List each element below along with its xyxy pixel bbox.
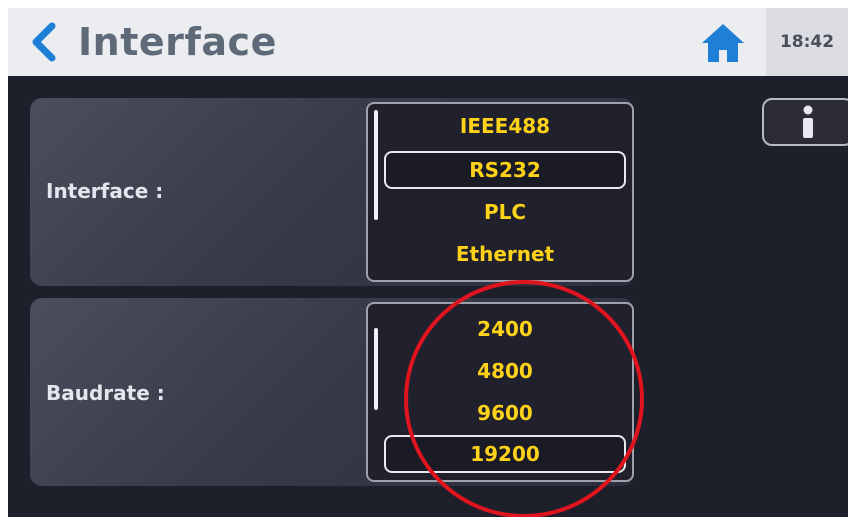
baudrate-selector[interactable]: 2400 4800 9600 19200 (366, 302, 634, 482)
interface-option-plc[interactable]: PLC (384, 193, 626, 231)
interface-label: Interface : (46, 179, 164, 203)
interface-option-ieee488[interactable]: IEEE488 (384, 107, 626, 145)
page-title: Interface (78, 20, 277, 64)
info-button[interactable] (762, 98, 848, 146)
device-screen: Interface 18:42 Interface : IEEE488 RS23… (8, 8, 848, 517)
header-bar: Interface 18:42 (8, 8, 848, 76)
clock-area: 18:42 (766, 8, 848, 76)
baudrate-option-4800[interactable]: 4800 (384, 352, 626, 390)
chevron-left-icon (32, 22, 56, 62)
interface-panel: Interface : IEEE488 RS232 PLC Ethernet (30, 98, 634, 286)
baudrate-scrollbar[interactable] (374, 328, 378, 410)
baudrate-option-19200[interactable]: 19200 (384, 435, 626, 473)
back-button[interactable] (22, 18, 64, 66)
interface-selector[interactable]: IEEE488 RS232 PLC Ethernet (366, 102, 634, 282)
baudrate-option-2400[interactable]: 2400 (384, 310, 626, 348)
interface-option-rs232[interactable]: RS232 (384, 151, 626, 189)
info-icon (803, 105, 813, 138)
baudrate-panel: Baudrate : 2400 4800 9600 19200 (30, 298, 634, 486)
interface-option-ethernet[interactable]: Ethernet (384, 235, 626, 273)
home-button[interactable] (696, 18, 750, 68)
baudrate-option-9600[interactable]: 9600 (384, 394, 626, 432)
interface-scrollbar[interactable] (374, 110, 378, 220)
clock-time: 18:42 (779, 32, 835, 52)
baudrate-label: Baudrate : (46, 381, 165, 405)
home-icon (702, 24, 744, 62)
